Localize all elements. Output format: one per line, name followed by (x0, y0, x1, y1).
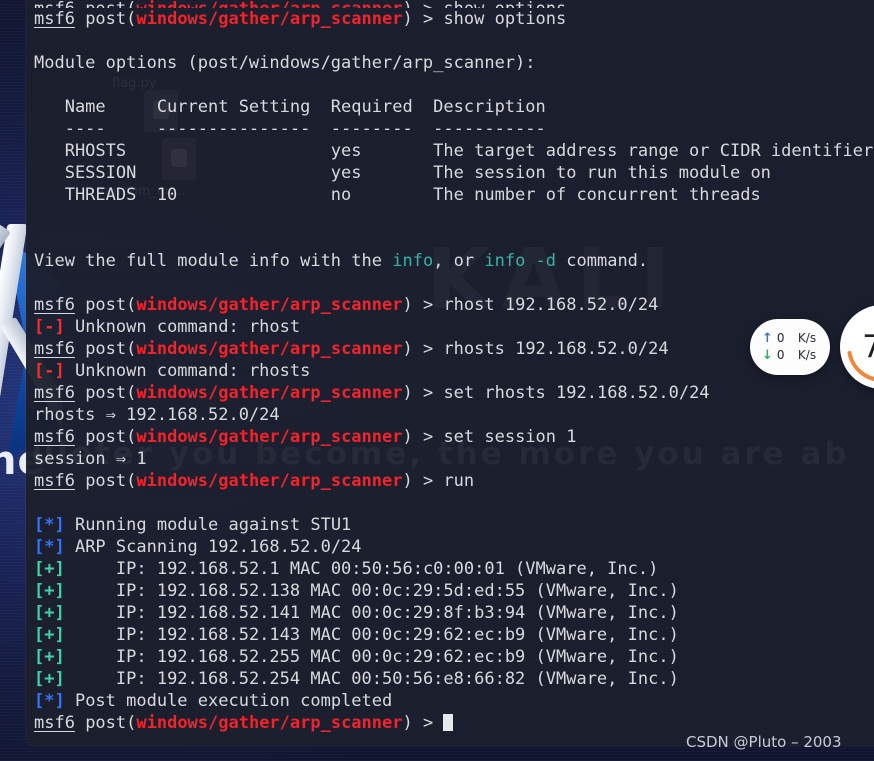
terminal-text-line: ---- --------------- -------- ----------… (34, 119, 546, 139)
terminal-prompt-module: windows/gather/arp_scanner (136, 9, 403, 29)
terminal-text-line: Module options (post/windows/gather/arp_… (34, 53, 536, 73)
terminal-command-text: show options (443, 0, 566, 8)
status-tag-success: [+] (34, 559, 65, 579)
info-command-keyword: info (392, 251, 434, 271)
upload-speed-value: 0 (776, 331, 785, 345)
terminal-prompt-module: windows/gather/arp_scanner (136, 383, 403, 403)
terminal-prompt-user: msf6 (34, 295, 75, 315)
terminal-prompt-line: msf6 post(windows/gather/arp_scanner) > … (34, 471, 475, 491)
terminal-text-line: THREADS 10 no The number of concurrent t… (34, 185, 761, 205)
status-tag-error: [-] (34, 361, 65, 381)
terminal-command-text: set rhosts 192.168.52.0/24 (443, 383, 710, 403)
screenshot-root: ne KALI uieter you become, the more you … (0, 0, 874, 761)
terminal-error-line: [-] Unknown command: rhost (34, 317, 301, 337)
terminal-cursor (443, 714, 454, 731)
status-tag-success: [+] (34, 603, 65, 623)
terminal-prompt-module: windows/gather/arp_scanner (136, 339, 403, 359)
terminal-result-line: [+] IP: 192.168.52.254 MAC 00:50:56:e8:6… (34, 669, 679, 689)
download-speed-row: ↓ 0 K/s (762, 347, 816, 364)
terminal-status-line: [*] ARP Scanning 192.168.52.0/24 (34, 537, 362, 557)
terminal-prompt-user: msf6 (34, 9, 75, 29)
terminal-prompt-module: windows/gather/arp_scanner (136, 427, 403, 447)
network-speed-widget[interactable]: ↑ 0 K/s ↓ 0 K/s (750, 319, 831, 375)
status-tag-info: [*] (34, 515, 65, 535)
status-tag-success: [+] (34, 647, 65, 667)
upload-speed-unit: K/s (797, 331, 817, 345)
terminal-result-line: [+] IP: 192.168.52.138 MAC 00:0c:29:5d:e… (34, 581, 679, 601)
terminal-result-line: [+] IP: 192.168.52.1 MAC 00:50:56:c0:00:… (34, 559, 659, 579)
terminal-error-line: [-] Unknown command: rhosts (34, 361, 311, 381)
terminal-prompt-line: msf6 post(windows/gather/arp_scanner) > … (34, 339, 669, 359)
terminal-result-line: [+] IP: 192.168.52.143 MAC 00:0c:29:62:e… (34, 625, 679, 645)
info-d-command-keyword: info -d (484, 251, 557, 271)
terminal-command-text: set session 1 (443, 427, 577, 447)
terminal-command-text: rhost 192.168.52.0/24 (443, 295, 659, 315)
terminal-prompt-module: windows/gather/arp_scanner (136, 713, 403, 733)
upload-speed-row: ↑ 0 K/s (762, 330, 816, 347)
terminal-text-line: RHOSTS yes The target address range or C… (34, 141, 874, 161)
terminal-command-text: show options (443, 9, 567, 29)
download-arrow-icon: ↓ (762, 348, 773, 363)
terminal-result-line: [+] IP: 192.168.52.255 MAC 00:0c:29:62:e… (34, 647, 679, 667)
terminal-prompt-module: windows/gather/arp_scanner (136, 0, 402, 8)
terminal-prompt-module: windows/gather/arp_scanner (136, 471, 403, 491)
terminal-text-line: rhosts ⇒ 192.168.52.0/24 (34, 405, 280, 425)
usage-gauge-widget[interactable]: 72 (840, 305, 874, 389)
terminal-status-line: [*] Running module against STU1 (34, 515, 352, 535)
terminal-prompt-module: windows/gather/arp_scanner (136, 295, 403, 315)
terminal-module-info-hint: View the full module info with the info,… (34, 251, 649, 271)
terminal-window[interactable]: KALI uieter you become, the more you are… (26, 0, 874, 746)
terminal-prompt-line: msf6 post(windows/gather/arp_scanner) > … (34, 383, 710, 403)
terminal-text-line: session ⇒ 1 (34, 449, 147, 469)
terminal-prompt-user: msf6 (34, 339, 75, 359)
download-speed-value: 0 (776, 348, 785, 362)
status-tag-info: [*] (34, 691, 65, 711)
status-tag-success: [+] (34, 625, 65, 645)
terminal-prompt-line: msf6 post(windows/gather/arp_scanner) > … (34, 295, 659, 315)
terminal-screen[interactable]: msf6 post(windows/gather/arp_scanner) > … (26, 0, 874, 746)
terminal-prompt-user: msf6 (34, 383, 75, 403)
terminal-text-line: Name Current Setting Required Descriptio… (34, 97, 546, 117)
terminal-text-line: SESSION yes The session to run this modu… (34, 163, 771, 183)
terminal-prompt-line: msf6 post(windows/gather/arp_scanner) > (34, 712, 866, 734)
download-speed-unit: K/s (797, 348, 817, 362)
terminal-prompt-line: msf6 post(windows/gather/arp_scanner) > … (34, 9, 567, 29)
terminal-command-text: run (443, 471, 475, 491)
csdn-watermark: CSDN @Pluto – 2003 (686, 733, 842, 751)
upload-arrow-icon: ↑ (762, 331, 773, 346)
terminal-prompt-line: msf6 post(windows/gather/arp_scanner) > … (34, 427, 577, 447)
terminal-prompt-user: msf6 (34, 713, 75, 733)
terminal-prompt-user: msf6 (34, 0, 75, 8)
usage-gauge-value: 72 (862, 329, 874, 365)
terminal-status-line: [*] Post module execution completed (34, 691, 393, 711)
terminal-line-clipped: msf6 post(windows/gather/arp_scanner) > … (34, 0, 866, 8)
terminal-prompt-user: msf6 (34, 427, 75, 447)
status-tag-success: [+] (34, 581, 65, 601)
terminal-result-line: [+] IP: 192.168.52.141 MAC 00:0c:29:8f:b… (34, 603, 679, 623)
terminal-prompt-user: msf6 (34, 471, 75, 491)
terminal-command-text: rhosts 192.168.52.0/24 (443, 339, 669, 359)
status-tag-success: [+] (34, 669, 65, 689)
status-tag-error: [-] (34, 317, 65, 337)
status-tag-info: [*] (34, 537, 65, 557)
